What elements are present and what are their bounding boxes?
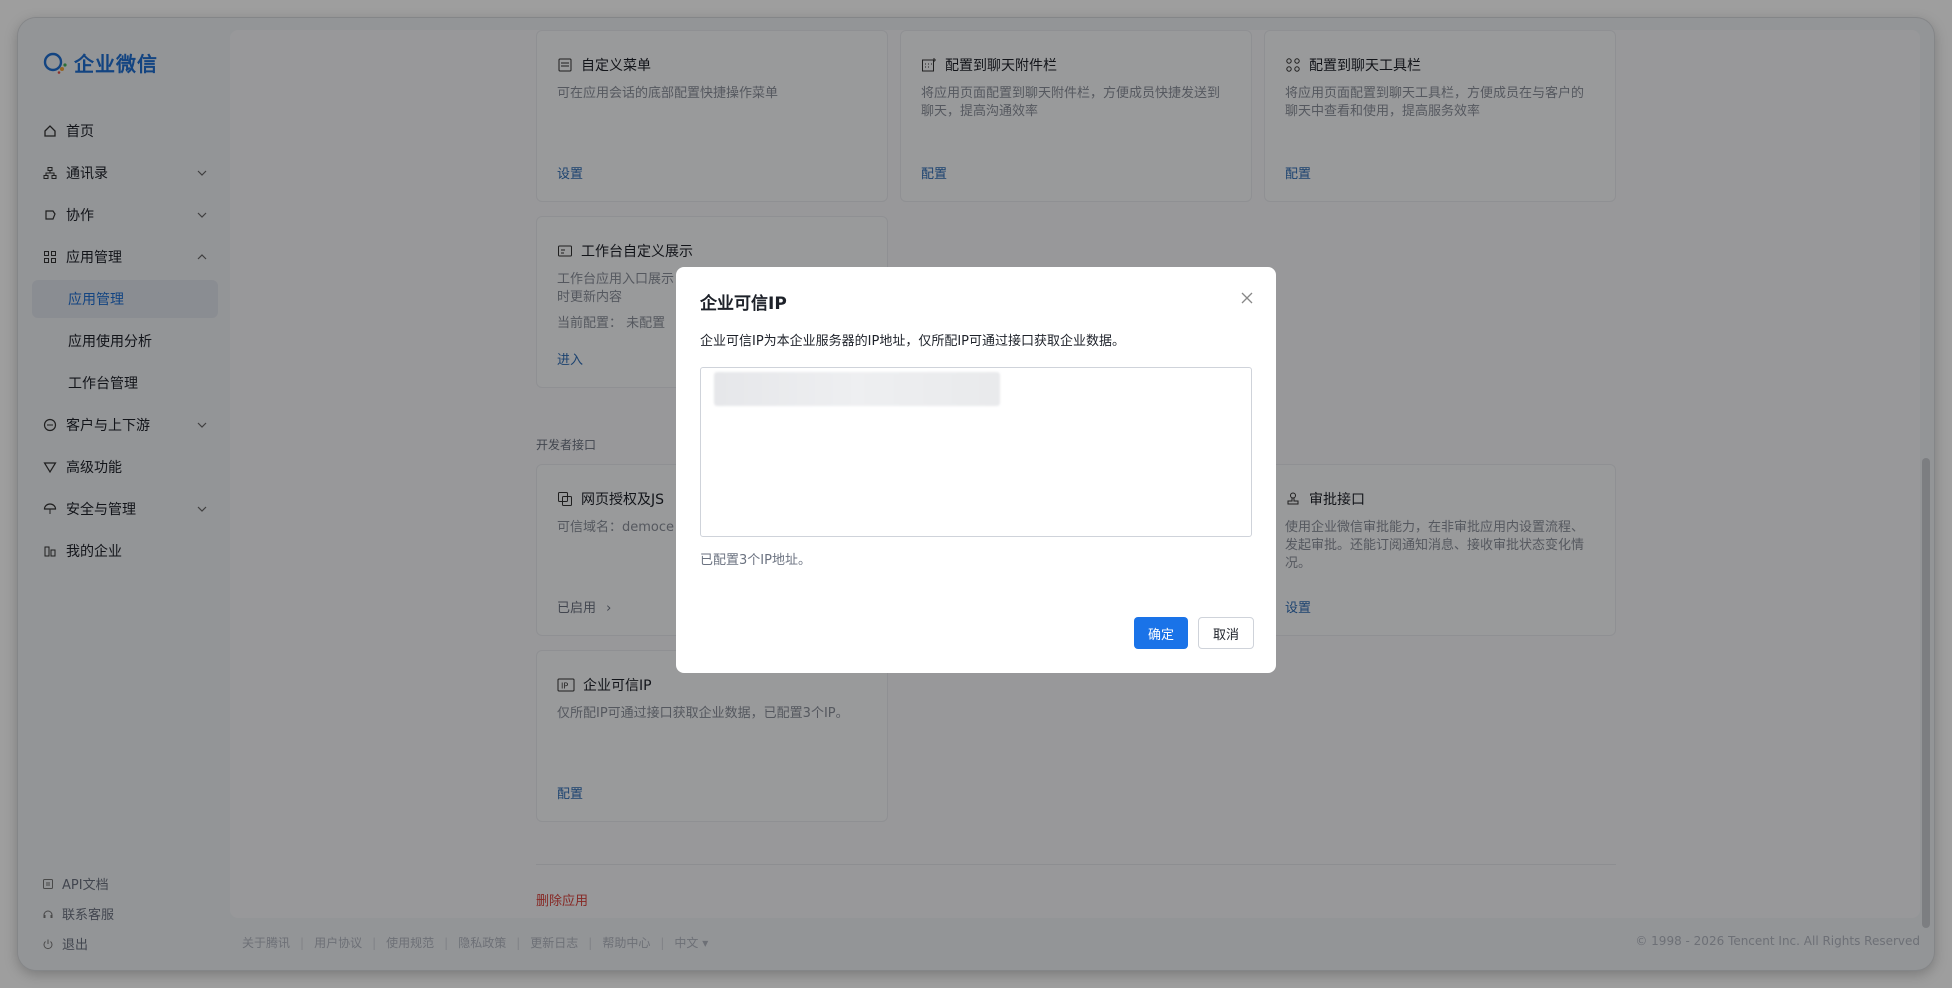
dialog-title: 企业可信IP <box>700 294 787 314</box>
trusted-ip-dialog: 企业可信IP 企业可信IP为本企业服务器的IP地址，仅所配IP可通过接口获取企业… <box>676 267 1276 673</box>
cancel-button[interactable]: 取消 <box>1198 617 1254 649</box>
confirm-button[interactable]: 确定 <box>1134 617 1188 649</box>
configured-count-hint: 已配置3个IP地址。 <box>700 553 811 568</box>
dialog-description: 企业可信IP为本企业服务器的IP地址，仅所配IP可通过接口获取企业数据。 <box>700 334 1126 349</box>
redacted-ip-list <box>714 372 1000 406</box>
close-icon[interactable] <box>1240 291 1254 305</box>
